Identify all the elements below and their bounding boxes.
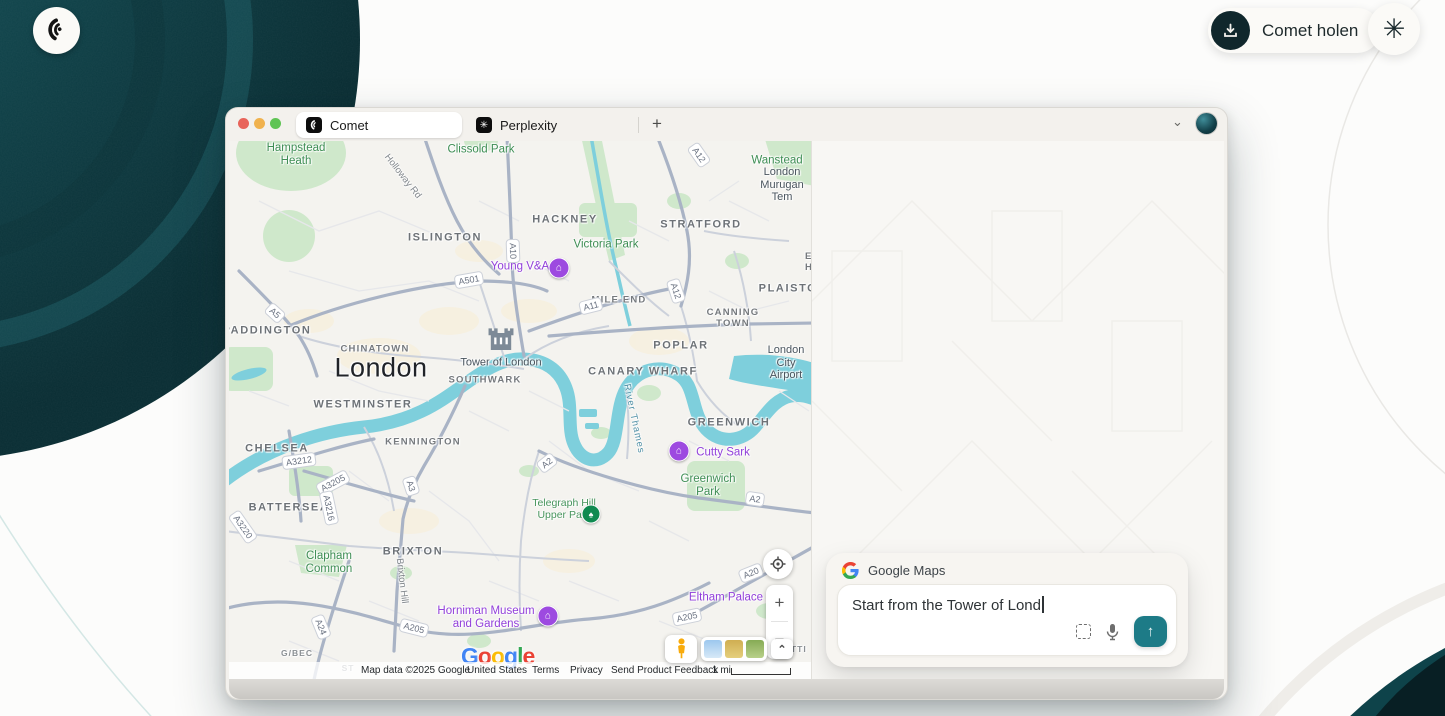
comet-tab-icon xyxy=(306,117,322,133)
assistant-input-value: Start from the Tower of Lond xyxy=(852,597,1041,614)
perplexity-button[interactable]: ✳ xyxy=(1368,3,1420,55)
feedback-link[interactable]: Send Product Feedback xyxy=(611,665,718,676)
download-label: Comet holen xyxy=(1262,20,1359,40)
imagery-thumb-1[interactable] xyxy=(704,640,722,658)
my-location-button[interactable] xyxy=(763,549,793,579)
region-text: United States xyxy=(467,665,528,676)
text-caret xyxy=(1042,596,1044,613)
privacy-link[interactable]: Privacy xyxy=(570,665,603,676)
collapse-imagery-button[interactable]: ⌃ xyxy=(771,639,793,659)
minimize-window-button[interactable] xyxy=(254,118,265,129)
window-content: ISLINGTON HACKNEY STRATFORD PADDINGTON WESTM… xyxy=(229,141,1224,679)
imagery-thumb-2[interactable] xyxy=(725,640,743,658)
zoom-window-button[interactable] xyxy=(270,118,281,129)
profile-avatar[interactable] xyxy=(1196,113,1217,134)
perplexity-icon: ✳ xyxy=(1382,13,1406,44)
close-window-button[interactable] xyxy=(238,118,249,129)
imagery-thumbnails[interactable] xyxy=(701,637,767,661)
tab-comet[interactable]: Comet xyxy=(296,112,462,138)
tab-perplexity-label: Perplexity xyxy=(500,117,558,133)
tab-bar: Comet ✳ Perplexity + ⌄ xyxy=(226,108,1227,141)
microphone-icon[interactable] xyxy=(1106,623,1119,641)
download-icon xyxy=(1211,11,1250,50)
google-g-icon xyxy=(842,562,859,579)
tab-divider xyxy=(638,117,639,133)
map-data-text: Map data ©2025 Google xyxy=(361,665,471,676)
map-canvas xyxy=(229,141,811,679)
scale-bar xyxy=(731,668,791,675)
imagery-thumb-3[interactable] xyxy=(746,640,764,658)
comet-logo-bubble xyxy=(33,7,80,54)
scale-text: 1 mi xyxy=(712,665,731,676)
google-map[interactable]: ISLINGTON HACKNEY STRATFORD PADDINGTON WESTM… xyxy=(229,141,812,679)
terms-link[interactable]: Terms xyxy=(532,665,559,676)
new-tab-button[interactable]: + xyxy=(644,111,670,137)
browser-window: Comet ✳ Perplexity + ⌄ ISLINGTON HACKNEY… xyxy=(225,107,1228,700)
chevron-down-icon[interactable]: ⌄ xyxy=(1172,114,1183,130)
comet-icon xyxy=(47,18,62,40)
assistant-provider-label: Google Maps xyxy=(868,563,946,578)
side-panel: Google Maps Start from the Tower of Lond… xyxy=(812,141,1224,679)
download-comet-button[interactable]: Comet holen xyxy=(1208,8,1381,53)
zoom-in-button[interactable]: + xyxy=(766,585,793,621)
tab-perplexity[interactable]: ✳ Perplexity xyxy=(468,112,557,138)
pegman-button[interactable] xyxy=(665,635,697,663)
window-bottom-edge xyxy=(229,679,1224,699)
perplexity-tab-icon: ✳ xyxy=(476,117,492,133)
assistant-card: Google Maps Start from the Tower of Lond… xyxy=(826,553,1188,667)
map-attribution: Map data ©2025 Google United States Term… xyxy=(229,662,811,679)
send-button[interactable]: ↑ xyxy=(1134,616,1167,647)
select-area-icon[interactable] xyxy=(1076,624,1091,639)
tab-comet-label: Comet xyxy=(330,117,369,133)
assistant-input[interactable]: Start from the Tower of Lond ↑ xyxy=(837,584,1177,656)
pegman-icon xyxy=(677,638,685,659)
